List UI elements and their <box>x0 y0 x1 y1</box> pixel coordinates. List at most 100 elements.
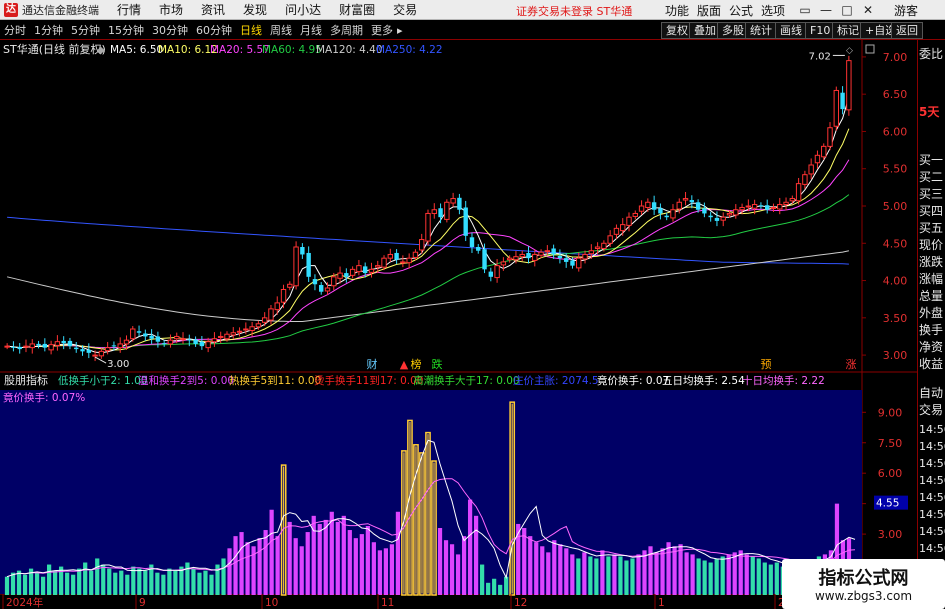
minimize-icon[interactable]: — <box>818 2 834 18</box>
period-more[interactable]: 更多 <box>367 22 397 38</box>
y-tick-label: 6.50 <box>883 88 908 101</box>
candle-body-up <box>626 216 632 226</box>
stock-label: ST华通(日线 前复权) <box>3 42 106 56</box>
f10-button[interactable]: F10 <box>805 22 836 39</box>
candle-body-up <box>632 212 638 217</box>
menu-caifuquan[interactable]: 财富圈 <box>330 1 384 18</box>
menu-gongshi[interactable]: 公式 <box>729 2 753 19</box>
candle-body-up <box>236 330 243 333</box>
event-marker: 预 <box>761 358 772 371</box>
indicator-legend-item: 庄价主胀: 2074.5 <box>513 374 599 387</box>
candle-body-down <box>840 92 845 110</box>
turnover-bar <box>480 564 485 595</box>
turnover-bar <box>71 574 76 595</box>
candle-body-down <box>488 271 494 277</box>
period-60min[interactable]: 60分钟 <box>192 22 236 38</box>
candle-body-up <box>783 201 789 206</box>
turnover-bar <box>185 562 190 595</box>
turnover-bar <box>558 544 563 595</box>
period-week[interactable]: 周线 <box>266 22 296 38</box>
turnover-bar <box>245 542 250 595</box>
candle-body-up <box>444 201 450 220</box>
candle-body-up <box>513 256 519 261</box>
period-1min[interactable]: 1分钟 <box>30 22 67 38</box>
candle-body-down <box>42 343 48 348</box>
candle-body-up <box>218 335 224 338</box>
event-marker: 跌 <box>432 357 443 371</box>
candle-body-down <box>67 340 73 347</box>
candle-body-up <box>117 343 123 349</box>
candle-body-down <box>551 248 556 255</box>
turnover-bar-fill <box>427 434 429 594</box>
turnover-bar <box>636 554 641 595</box>
monitor-icon[interactable]: ▭ <box>797 2 813 18</box>
chart-area[interactable]: 7.00 6.50 6.00 5.50 5.00 4.50 4.00 3.50 3.00 7.02… <box>0 40 917 609</box>
candle-body-up <box>400 261 406 264</box>
indicator-y-tick-label: 7.50 <box>878 437 903 450</box>
candle-body-up <box>287 283 293 288</box>
candle-body-up <box>751 204 758 209</box>
menu-zixun[interactable]: 资讯 <box>192 1 234 18</box>
candle-body-up <box>180 338 186 341</box>
candle-body-up <box>795 183 802 202</box>
turnover-bar <box>504 576 509 595</box>
turnover-bar <box>660 548 665 595</box>
trade-time: 14:56 <box>919 491 945 504</box>
menu-faxian[interactable]: 发现 <box>234 1 276 18</box>
period-5min[interactable]: 5分钟 <box>67 22 104 38</box>
candle-body-up <box>802 174 808 185</box>
menu-gongneng[interactable]: 功能 <box>665 2 689 19</box>
candle-body-up <box>425 212 431 242</box>
turnover-bar <box>209 574 214 595</box>
candle-body-up <box>670 209 676 219</box>
candle-body-down <box>86 349 91 353</box>
candle-body-up <box>833 89 839 127</box>
close-icon[interactable]: ✕ <box>860 2 876 18</box>
menu-wenxiaoda[interactable]: 问小达 <box>276 1 330 18</box>
candle-body-up <box>789 198 796 202</box>
chevron-right-icon[interactable]: ▸ <box>397 24 407 37</box>
menu-banmian[interactable]: 版面 <box>697 2 721 19</box>
trade-time: 14:56 <box>919 474 945 487</box>
turnover-bar <box>233 536 238 595</box>
menu-xuanxiang[interactable]: 选项 <box>761 2 785 19</box>
turnover-bar <box>534 542 539 595</box>
candle-body-up <box>576 257 582 269</box>
period-day[interactable]: 日线 <box>236 22 266 38</box>
turnover-bar <box>714 558 719 595</box>
candle-body-up <box>261 317 268 323</box>
turnover-bar <box>618 556 623 595</box>
menu-jiaoyi[interactable]: 交易 <box>384 1 426 18</box>
period-15min[interactable]: 15分钟 <box>104 22 148 38</box>
turnover-bar <box>564 548 569 595</box>
period-30min[interactable]: 30分钟 <box>148 22 192 38</box>
period-fenshi[interactable]: 分时 <box>0 22 30 38</box>
turnover-bar <box>95 558 100 595</box>
turnover-bar <box>774 562 779 595</box>
tongji-button[interactable]: 统计 <box>745 22 777 39</box>
candle-body-up <box>682 198 689 201</box>
menu-hangqing[interactable]: 行情 <box>108 1 150 18</box>
candle-body-up <box>638 205 645 212</box>
period-month[interactable]: 月线 <box>296 22 326 38</box>
turnover-bar <box>353 538 358 595</box>
maximize-icon[interactable]: □ <box>839 2 855 18</box>
huaxian-button[interactable]: 画线 <box>775 22 807 39</box>
candle-body-up <box>205 341 211 349</box>
candle-body-up <box>349 268 356 276</box>
quote-field-label: 买四 <box>919 204 944 218</box>
period-multi[interactable]: 多周期 <box>326 22 367 38</box>
back-button[interactable]: 返回 <box>891 22 923 39</box>
user-label[interactable]: 游客 <box>894 2 918 19</box>
turnover-bar <box>359 534 364 595</box>
indicator-legend-item: 低换手小于2: 1.00 <box>58 374 147 387</box>
quote-field-label: 买二 <box>919 170 944 184</box>
login-status: 证券交易未登录 ST华通 <box>516 5 633 18</box>
indicator-legend-item: 烫手换手11到17: 0.00 <box>314 374 423 387</box>
x-tick-label: 1 <box>658 597 665 609</box>
trade-time: 14:56 <box>919 525 945 538</box>
menu-shichang[interactable]: 市场 <box>150 1 192 18</box>
turnover-bar <box>522 528 527 595</box>
turnover-bar <box>540 546 545 595</box>
turnover-bar <box>594 558 599 595</box>
